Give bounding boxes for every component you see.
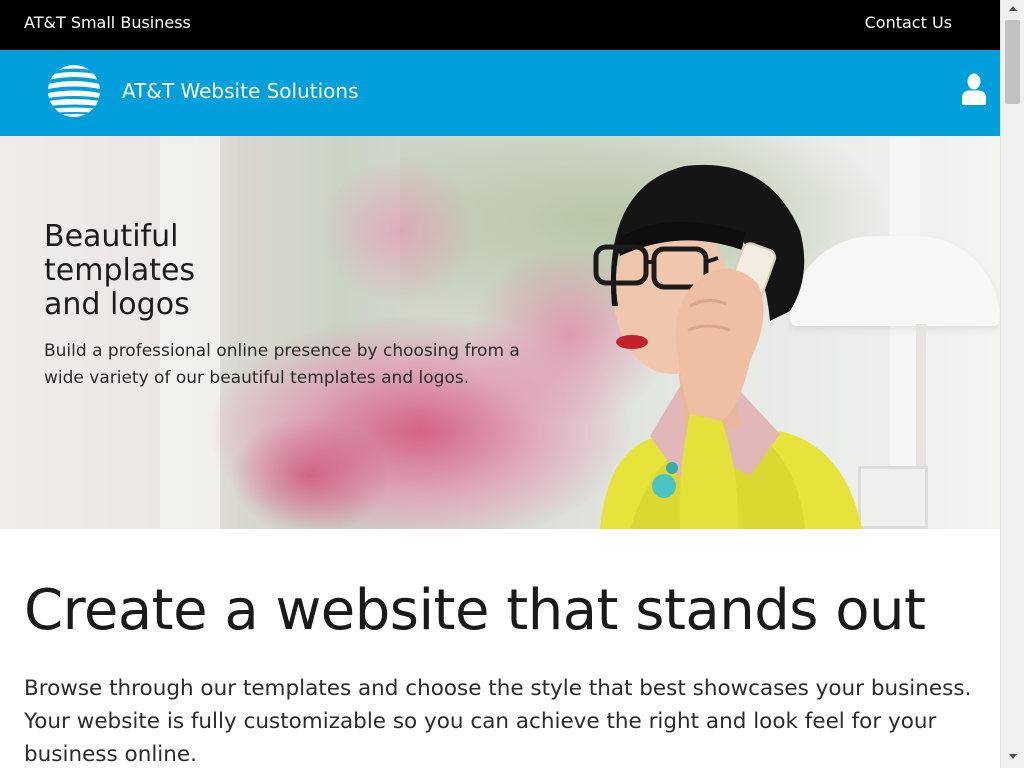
contact-us-link[interactable]: Contact Us — [865, 13, 952, 32]
main-content: Create a website that stands out Browse … — [0, 529, 1000, 768]
brand-link[interactable]: AT&T Small Business — [24, 13, 191, 32]
hero-person-image — [593, 164, 862, 529]
user-icon[interactable] — [961, 73, 987, 105]
site-title[interactable]: AT&T Website Solutions — [122, 79, 359, 103]
vertical-scrollbar[interactable] — [1000, 0, 1024, 768]
hero-heading-line: templates — [44, 253, 196, 288]
hero-heading: Beautiful templates and logos — [44, 220, 564, 322]
intro-paragraph: Browse through our templates and choose … — [24, 676, 972, 767]
page-title: Create a website that stands out — [24, 578, 926, 643]
hero-text-block: Beautiful templates and logos Build a pr… — [44, 220, 564, 392]
hero-banner: Beautiful templates and logos Build a pr… — [0, 136, 1000, 529]
hero-heading-line: Beautiful — [44, 219, 179, 254]
hero-heading-line: and logos — [44, 287, 190, 322]
scroll-down-arrow-icon[interactable] — [1001, 746, 1024, 768]
scroll-up-arrow-icon[interactable] — [1001, 0, 1024, 18]
scrollbar-thumb[interactable] — [1005, 20, 1020, 104]
hero-blossom — [230, 416, 390, 529]
hero-description: Build a professional online presence by … — [44, 341, 520, 388]
site-header: AT&T Website Solutions — [0, 50, 1000, 136]
att-globe-icon[interactable] — [46, 63, 102, 119]
page: AT&T Small Business Contact Us AT&T Webs… — [0, 0, 1000, 768]
top-bar: AT&T Small Business Contact Us — [0, 0, 1000, 50]
